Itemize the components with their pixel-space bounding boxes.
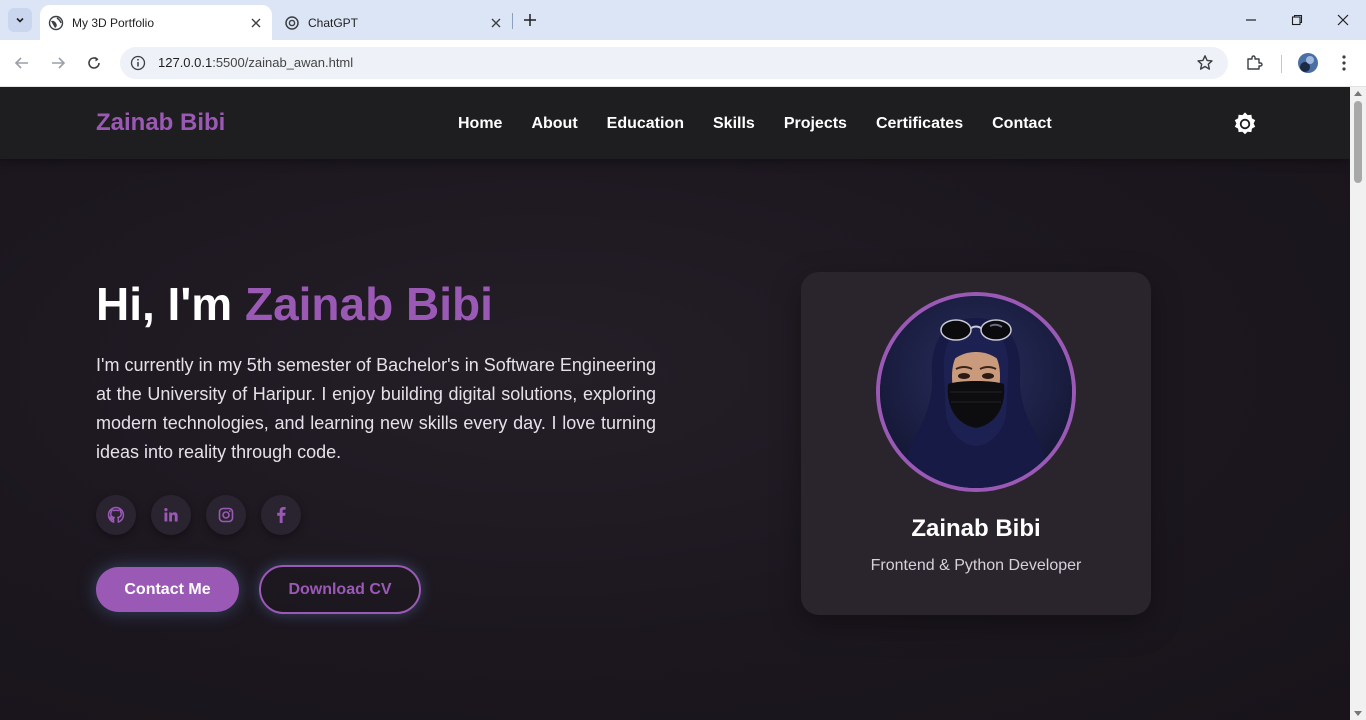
restore-icon <box>1291 14 1303 26</box>
toolbar-divider <box>1281 55 1282 73</box>
more-vertical-icon <box>1342 55 1346 71</box>
back-button[interactable] <box>10 51 34 75</box>
page-scrollbar[interactable] <box>1350 87 1366 720</box>
tab-title: My 3D Portfolio <box>72 15 155 30</box>
hero-name: Zainab Bibi <box>244 278 493 330</box>
tab-chatgpt[interactable]: ChatGPT <box>276 5 512 40</box>
plus-icon <box>524 14 536 26</box>
browser-tab-strip: My 3D Portfolio ChatGPT <box>0 0 1366 40</box>
profile-avatar-icon <box>1298 53 1318 73</box>
tab-divider <box>512 13 513 29</box>
close-icon <box>1337 14 1349 26</box>
profile-button[interactable] <box>1296 51 1320 75</box>
address-bar[interactable]: 127.0.0.1:5500/zainab_awan.html <box>120 47 1228 79</box>
nav-home[interactable]: Home <box>458 115 502 133</box>
scrollbar-thumb[interactable] <box>1354 101 1362 183</box>
tab-search-button[interactable] <box>8 8 32 32</box>
social-links <box>96 495 301 535</box>
download-cv-button[interactable]: Download CV <box>259 565 421 614</box>
chevron-down-icon <box>16 17 24 23</box>
extensions-button[interactable] <box>1242 51 1266 75</box>
hero-title: Hi, I'm Zainab Bibi <box>96 277 493 331</box>
nav-contact[interactable]: Contact <box>992 115 1052 133</box>
card-name: Zainab Bibi <box>911 515 1041 542</box>
bookmark-star-icon[interactable] <box>1196 54 1214 72</box>
facebook-icon <box>277 507 286 523</box>
forward-button[interactable] <box>46 51 70 75</box>
instagram-link[interactable] <box>206 495 246 535</box>
profile-card: Zainab Bibi Frontend & Python Developer <box>801 272 1151 615</box>
hero-greeting: Hi, I'm <box>96 278 245 330</box>
scroll-up-arrow-icon[interactable] <box>1354 91 1362 96</box>
linkedin-icon <box>164 508 178 522</box>
site-info-icon[interactable] <box>130 55 146 71</box>
hero-description: I'm currently in my 5th semester of Bach… <box>96 355 656 462</box>
arrow-left-icon <box>14 57 28 69</box>
arrow-right-icon <box>52 57 66 69</box>
url-path: :5500/zainab_awan.html <box>212 55 354 70</box>
profile-portrait-image <box>880 296 1072 488</box>
chatgpt-icon <box>284 15 300 31</box>
linkedin-link[interactable] <box>151 495 191 535</box>
instagram-icon <box>218 507 234 523</box>
reload-icon <box>88 57 100 69</box>
contact-me-button[interactable]: Contact Me <box>96 567 239 612</box>
nav-education[interactable]: Education <box>607 115 684 133</box>
browser-toolbar: 127.0.0.1:5500/zainab_awan.html <box>0 40 1366 87</box>
new-tab-button[interactable] <box>520 10 540 30</box>
restore-button[interactable] <box>1274 0 1320 40</box>
puzzle-icon <box>1247 55 1263 70</box>
reload-button[interactable] <box>82 51 106 75</box>
nav-projects[interactable]: Projects <box>784 115 847 133</box>
url-host: 127.0.0.1 <box>158 55 213 70</box>
close-tab-icon[interactable] <box>248 15 264 31</box>
globe-icon <box>48 15 64 31</box>
minimize-icon <box>1246 19 1256 21</box>
page-viewport: Zainab Bibi Home About Education Skills … <box>0 87 1350 720</box>
profile-photo <box>876 292 1076 492</box>
url-text: 127.0.0.1:5500/zainab_awan.html <box>158 55 353 70</box>
facebook-link[interactable] <box>261 495 301 535</box>
close-window-button[interactable] <box>1320 0 1366 40</box>
minimize-button[interactable] <box>1228 0 1274 40</box>
tab-my-3d-portfolio[interactable]: My 3D Portfolio <box>40 5 272 40</box>
browser-menu-button[interactable] <box>1332 51 1356 75</box>
theme-toggle-sun-icon[interactable] <box>1233 112 1257 136</box>
site-logo[interactable]: Zainab Bibi <box>96 109 225 137</box>
nav-certificates[interactable]: Certificates <box>876 115 963 133</box>
site-header: Zainab Bibi Home About Education Skills … <box>0 87 1350 159</box>
main-nav: Home About Education Skills Projects Cer… <box>458 115 1052 133</box>
nav-skills[interactable]: Skills <box>713 115 755 133</box>
scroll-down-arrow-icon[interactable] <box>1354 711 1362 716</box>
card-role: Frontend & Python Developer <box>870 557 1082 574</box>
github-icon <box>107 506 125 523</box>
github-link[interactable] <box>96 495 136 535</box>
tab-title: ChatGPT <box>308 15 359 30</box>
nav-about[interactable]: About <box>531 115 577 133</box>
close-tab-icon[interactable] <box>488 15 504 31</box>
